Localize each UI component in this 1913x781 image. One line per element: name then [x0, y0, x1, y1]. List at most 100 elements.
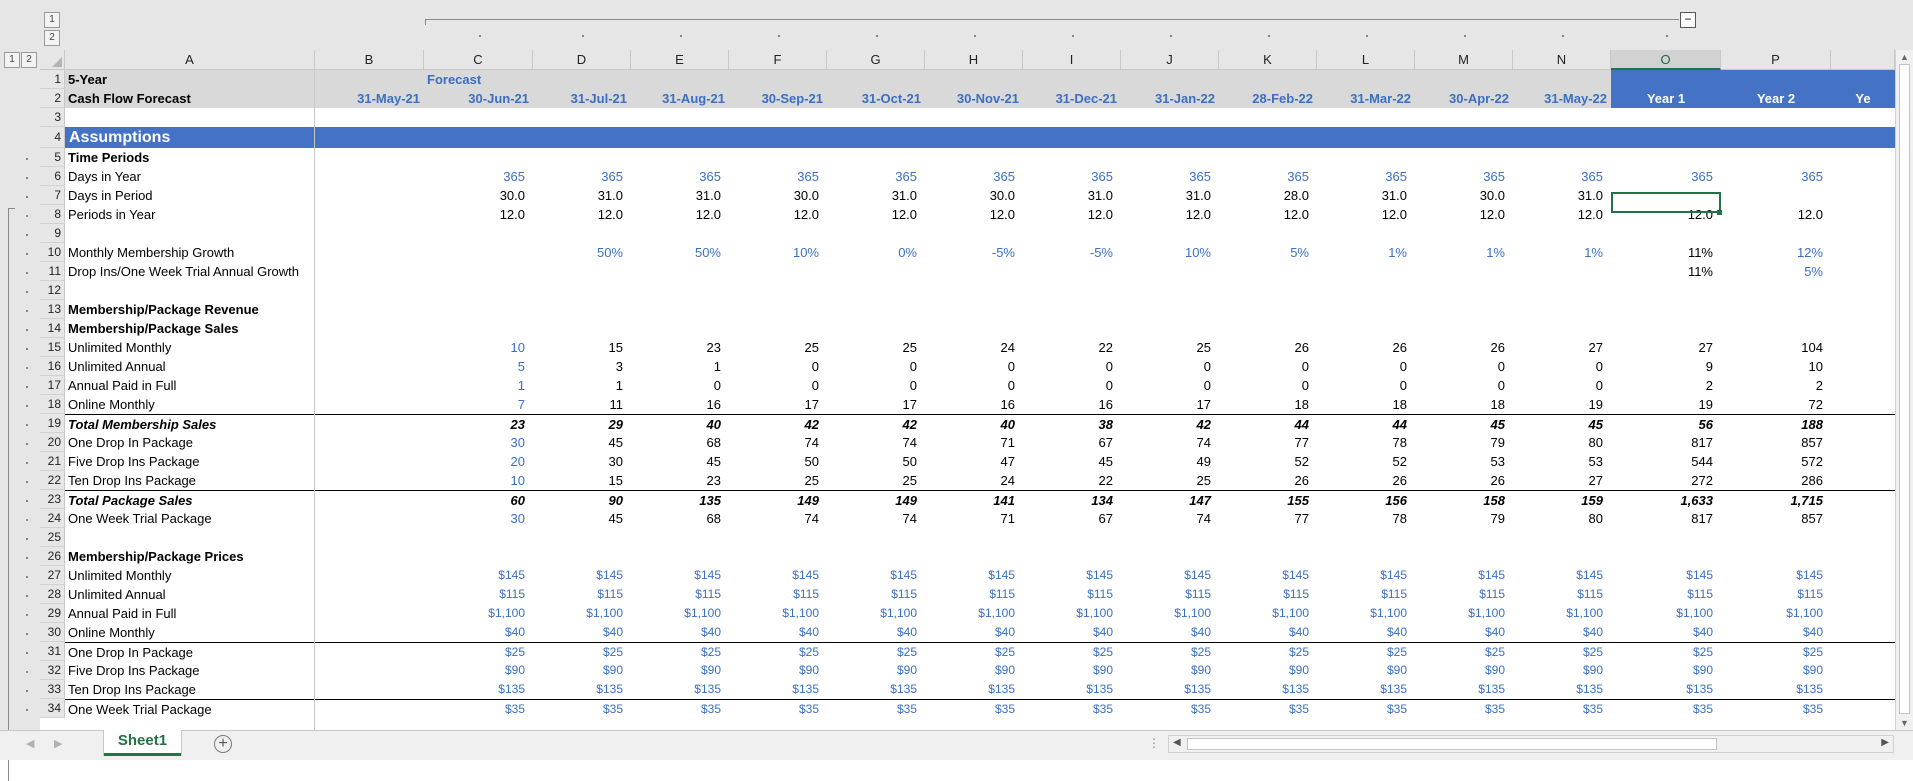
- cell[interactable]: 25: [729, 338, 827, 357]
- column-header-j[interactable]: J: [1121, 50, 1219, 70]
- period-date-header[interactable]: 31-Jul-21: [533, 89, 631, 108]
- cell[interactable]: $90: [533, 661, 631, 680]
- cell[interactable]: 25: [1121, 338, 1219, 357]
- cell[interactable]: 27: [1513, 471, 1611, 490]
- cell[interactable]: $145: [533, 566, 631, 585]
- cell[interactable]: $25: [1317, 643, 1415, 662]
- cell[interactable]: 79: [1415, 433, 1513, 452]
- cell[interactable]: 0: [1121, 357, 1219, 376]
- cell[interactable]: 7: [424, 395, 533, 414]
- row-header-2[interactable]: 2: [40, 89, 65, 108]
- row-header-14[interactable]: 14: [40, 319, 65, 338]
- row-label[interactable]: Ten Drop Ins Package: [68, 680, 318, 699]
- cell[interactable]: 50%: [533, 243, 631, 262]
- period-date-header[interactable]: 28-Feb-22: [1219, 89, 1317, 108]
- row-label[interactable]: Membership/Package Revenue: [68, 300, 318, 319]
- column-header-p[interactable]: P: [1721, 50, 1831, 70]
- cell[interactable]: $135: [1415, 680, 1513, 699]
- cell[interactable]: 18: [1415, 395, 1513, 414]
- cell[interactable]: 16: [925, 395, 1023, 414]
- row-header-24[interactable]: 24: [40, 509, 65, 528]
- cell[interactable]: $35: [1611, 700, 1721, 719]
- row-label[interactable]: One Week Trial Package: [68, 700, 318, 719]
- cell[interactable]: 2: [1611, 376, 1721, 395]
- row-label[interactable]: [68, 224, 318, 243]
- cell[interactable]: 52: [1317, 452, 1415, 471]
- cell[interactable]: $145: [925, 566, 1023, 585]
- cell[interactable]: $135: [1317, 680, 1415, 699]
- cell[interactable]: 0: [729, 357, 827, 376]
- select-all-corner[interactable]: [40, 50, 65, 70]
- cell[interactable]: 29: [533, 415, 631, 434]
- cell[interactable]: 0: [827, 376, 925, 395]
- cell[interactable]: $145: [1611, 566, 1721, 585]
- cell[interactable]: $25: [424, 643, 533, 662]
- cell[interactable]: 149: [827, 491, 925, 510]
- cell[interactable]: 31.0: [1023, 186, 1121, 205]
- cell[interactable]: 45: [1023, 452, 1121, 471]
- cell[interactable]: 365: [827, 167, 925, 186]
- cell[interactable]: 26: [1415, 471, 1513, 490]
- cell[interactable]: 11%: [1611, 243, 1721, 262]
- cell[interactable]: $40: [1721, 623, 1831, 642]
- add-sheet-icon[interactable]: +: [214, 735, 232, 753]
- cell[interactable]: 12.0: [1513, 205, 1611, 224]
- cell[interactable]: $35: [1023, 700, 1121, 719]
- cell[interactable]: 22: [1023, 338, 1121, 357]
- cell[interactable]: $145: [729, 566, 827, 585]
- cell[interactable]: 1: [631, 357, 729, 376]
- cell[interactable]: 60: [424, 491, 533, 510]
- cell[interactable]: $1,100: [1317, 604, 1415, 623]
- row-header-8[interactable]: 8: [40, 205, 65, 224]
- row-label[interactable]: Drop Ins/One Week Trial Annual Growth: [68, 262, 318, 281]
- row-label[interactable]: Unlimited Monthly: [68, 338, 318, 357]
- cell[interactable]: 45: [1415, 415, 1513, 434]
- cell[interactable]: 12.0: [827, 205, 925, 224]
- cell[interactable]: 31.0: [827, 186, 925, 205]
- cell[interactable]: 52: [1219, 452, 1317, 471]
- cell[interactable]: 1,633: [1611, 491, 1721, 510]
- cell[interactable]: $90: [827, 661, 925, 680]
- column-header-n[interactable]: N: [1513, 50, 1611, 70]
- sheet-tab-sheet1[interactable]: Sheet1: [104, 730, 181, 756]
- cell[interactable]: 45: [533, 509, 631, 528]
- row-label[interactable]: Annual Paid in Full: [68, 376, 318, 395]
- cell[interactable]: $35: [1721, 700, 1831, 719]
- cell[interactable]: $115: [1121, 585, 1219, 604]
- row-header-4[interactable]: 4: [40, 127, 65, 148]
- cell[interactable]: 74: [1121, 433, 1219, 452]
- cell[interactable]: $25: [533, 643, 631, 662]
- cell[interactable]: $35: [1219, 700, 1317, 719]
- cell[interactable]: $35: [1415, 700, 1513, 719]
- cell[interactable]: 47: [925, 452, 1023, 471]
- cell[interactable]: $40: [631, 623, 729, 642]
- cell[interactable]: 67: [1023, 433, 1121, 452]
- cell[interactable]: 0: [631, 376, 729, 395]
- row-label[interactable]: One Drop In Package: [68, 433, 318, 452]
- horizontal-scrollbar[interactable]: ◀ ▶: [1168, 735, 1894, 753]
- row-label[interactable]: One Week Trial Package: [68, 509, 318, 528]
- column-header-f[interactable]: F: [729, 50, 827, 70]
- row-header-29[interactable]: 29: [40, 604, 65, 623]
- cell[interactable]: 31.0: [631, 186, 729, 205]
- cell[interactable]: 10: [424, 471, 533, 490]
- cell[interactable]: 365: [533, 167, 631, 186]
- cell[interactable]: $25: [1219, 643, 1317, 662]
- cell[interactable]: $135: [631, 680, 729, 699]
- cell[interactable]: $35: [424, 700, 533, 719]
- cell[interactable]: 50: [729, 452, 827, 471]
- row-label[interactable]: One Drop In Package: [68, 643, 318, 662]
- column-header-i[interactable]: I: [1023, 50, 1121, 70]
- cell[interactable]: 67: [1023, 509, 1121, 528]
- cell[interactable]: 68: [631, 509, 729, 528]
- cell[interactable]: $25: [827, 643, 925, 662]
- cell[interactable]: $90: [1415, 661, 1513, 680]
- cell[interactable]: 27: [1611, 338, 1721, 357]
- cell[interactable]: $90: [1219, 661, 1317, 680]
- cell[interactable]: 26: [1219, 338, 1317, 357]
- cell[interactable]: 45: [631, 452, 729, 471]
- cell[interactable]: 155: [1219, 491, 1317, 510]
- cell[interactable]: 42: [827, 415, 925, 434]
- fill-handle[interactable]: [1717, 210, 1722, 215]
- period-date-header[interactable]: 31-Mar-22: [1317, 89, 1415, 108]
